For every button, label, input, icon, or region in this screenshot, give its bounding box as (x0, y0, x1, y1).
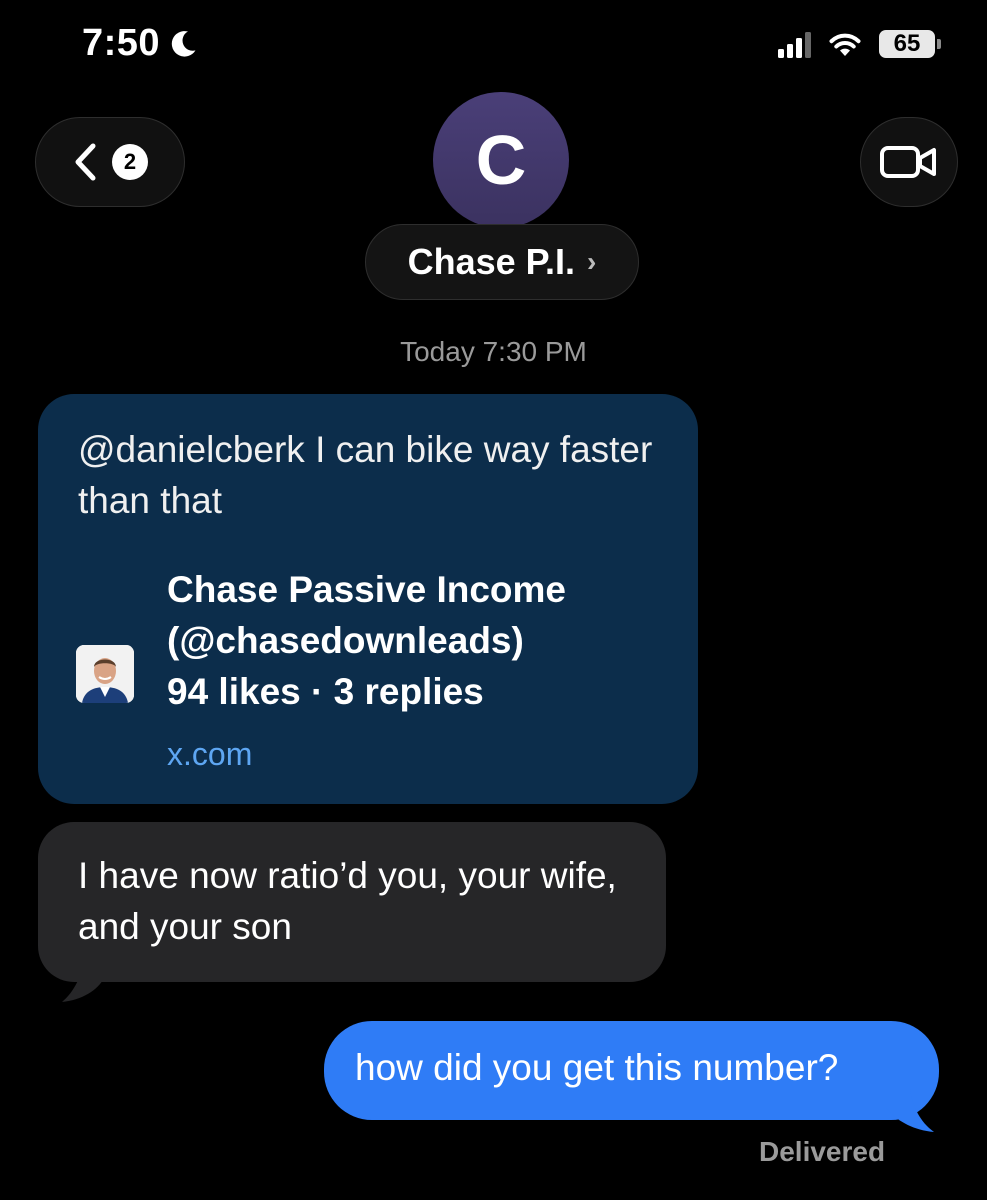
conversation-timestamp: Today 7:30 PM (400, 336, 587, 367)
link-domain[interactable]: x.com (167, 736, 252, 773)
contact-name-button[interactable]: Chase P.I. › (365, 224, 639, 300)
profile-photo-icon (76, 645, 134, 703)
link-preview-thumbnail (76, 645, 134, 703)
back-button[interactable]: 2 (35, 117, 185, 207)
video-call-button[interactable] (860, 117, 958, 207)
status-time: 7:50 (82, 22, 161, 64)
status-bar-right: 65 (778, 30, 941, 58)
moon-icon (171, 30, 196, 57)
signal-icon (778, 30, 811, 58)
back-chevron-icon (75, 143, 96, 181)
link-title-line: 94 likes · 3 replies (167, 671, 484, 712)
contact-avatar[interactable]: C (433, 92, 569, 228)
wifi-icon (829, 33, 861, 56)
contact-name: Chase P.I. (407, 241, 576, 282)
bubble-tail (886, 1088, 934, 1132)
link-message-text: @danielcberk I can bike way faster than … (78, 429, 653, 521)
delivery-status: Delivered (759, 1136, 886, 1167)
chevron-right-icon: › (587, 246, 597, 277)
unread-count-badge: 2 (112, 144, 148, 180)
link-title-line: Chase Passive Income (167, 569, 566, 610)
video-camera-icon (880, 146, 936, 178)
received-message-text: I have now ratio’d you, your wife, and y… (78, 855, 617, 947)
bubble-tail (62, 958, 104, 1002)
link-title-line: (@chasedownleads) (167, 620, 524, 661)
status-bar-time-group: 7:50 (82, 22, 200, 65)
sent-message-text: how did you get this number? (355, 1047, 839, 1088)
link-preview-title[interactable]: Chase Passive Income (@chasedownleads) 9… (167, 564, 667, 717)
battery-icon: 65 (879, 30, 941, 58)
battery-level: 65 (893, 30, 921, 57)
